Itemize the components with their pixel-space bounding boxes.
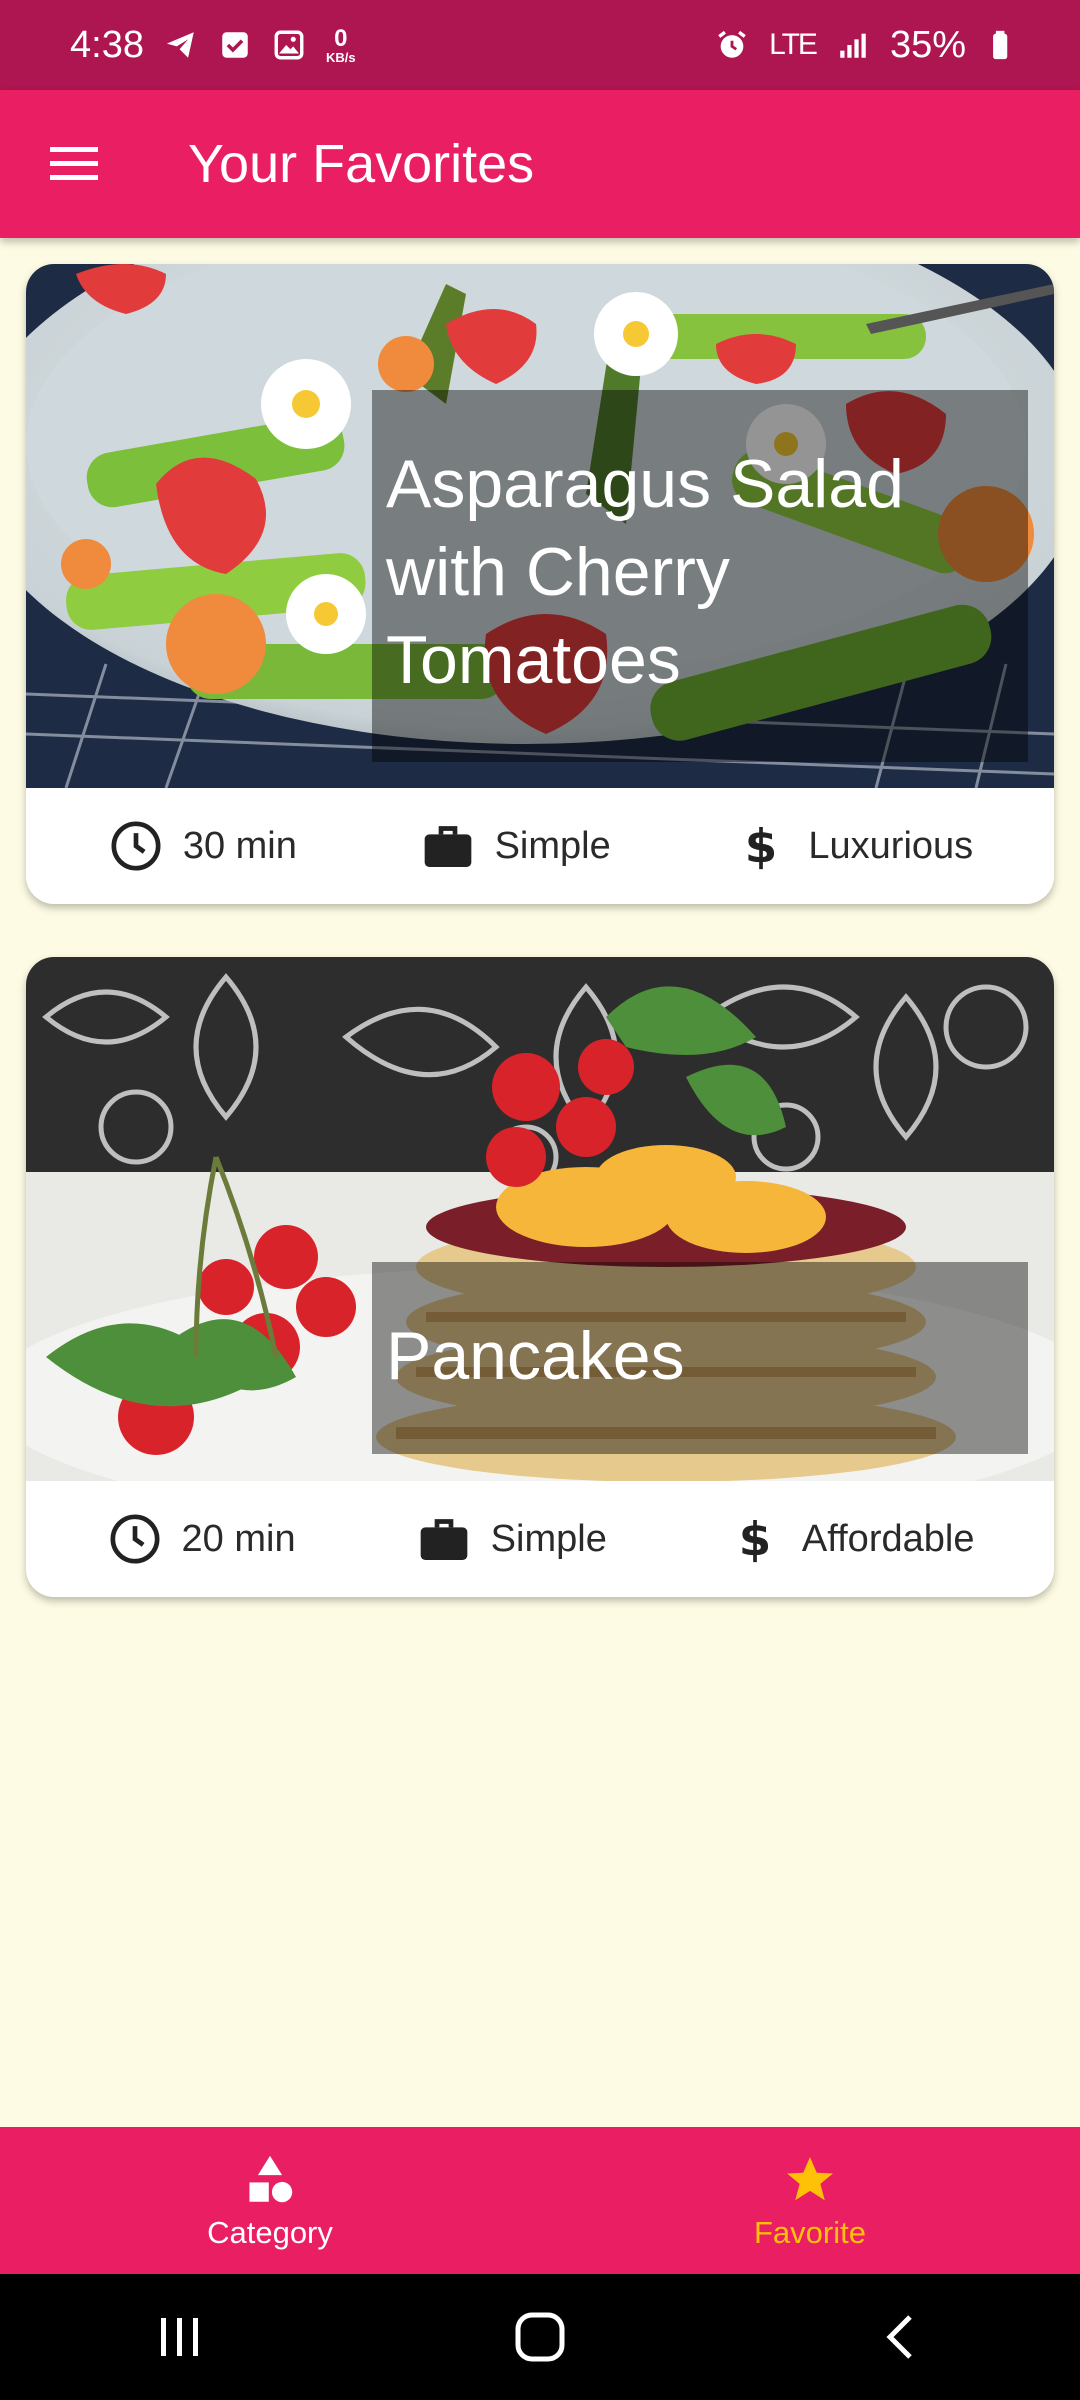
- network-speed-value: 0: [334, 24, 348, 52]
- affordability-info: $ Affordable: [726, 1510, 975, 1568]
- category-icon: [249, 2155, 293, 2202]
- svg-text:$: $: [739, 1513, 771, 1567]
- alarm-icon: [715, 28, 749, 62]
- bottom-navigation: Category Favorite: [0, 2127, 1080, 2274]
- network-type: LTE: [769, 28, 818, 61]
- affordability-text: Luxurious: [808, 824, 974, 867]
- star-icon: [787, 2156, 833, 2200]
- meal-info-row: 30 min Simple $ Luxurious: [26, 788, 1054, 904]
- briefcase-icon: [415, 1510, 473, 1568]
- duration-info: 30 min: [107, 817, 297, 875]
- status-time: 4:38: [70, 23, 144, 66]
- complexity-info: Simple: [415, 1510, 607, 1568]
- status-right: LTE 35%: [715, 24, 1020, 67]
- nav-label-favorite: Favorite: [754, 2214, 866, 2250]
- dollar-icon: $: [732, 817, 790, 875]
- network-speed: 0 KB/s: [325, 24, 356, 65]
- clock-icon: [107, 817, 165, 875]
- menu-icon[interactable]: [42, 132, 106, 196]
- nav-item-category[interactable]: Category: [0, 2127, 540, 2274]
- meal-title: Pancakes: [372, 1262, 1028, 1454]
- meal-info-row: 20 min Simple $ Affordable: [26, 1481, 1054, 1597]
- meal-card[interactable]: Pancakes 20 min Simple $ Affordable: [26, 957, 1054, 1597]
- nav-item-favorite[interactable]: Favorite: [540, 2127, 1080, 2274]
- complexity-info: Simple: [419, 817, 611, 875]
- status-left: 4:38 0 KB/s: [70, 24, 356, 67]
- signal-icon: [836, 28, 870, 62]
- svg-text:$: $: [745, 820, 777, 874]
- status-bar: 4:38 0 KB/s LTE 35%: [0, 0, 1080, 90]
- battery-percent: 35%: [889, 23, 966, 66]
- meal-card[interactable]: Asparagus Salad with Cherry Tomatoes 30 …: [26, 264, 1054, 904]
- meal-image: Pancakes: [26, 957, 1054, 1481]
- affordability-info: $ Luxurious: [732, 817, 973, 875]
- duration-text: 20 min: [181, 1517, 296, 1560]
- network-speed-unit: KB/s: [325, 49, 356, 65]
- meal-image: Asparagus Salad with Cherry Tomatoes: [26, 264, 1054, 788]
- complexity-text: Simple: [490, 1517, 607, 1560]
- dollar-icon: $: [726, 1510, 784, 1568]
- clock-icon: [106, 1510, 164, 1568]
- back-button[interactable]: [860, 2297, 940, 2377]
- meal-title: Asparagus Salad with Cherry Tomatoes: [372, 390, 1028, 762]
- duration-info: 20 min: [106, 1510, 296, 1568]
- checkbox-icon: [218, 28, 252, 62]
- nav-label-category: Category: [207, 2214, 333, 2250]
- duration-text: 30 min: [182, 824, 297, 867]
- recents-button[interactable]: [140, 2297, 220, 2377]
- page-title: Your Favorites: [188, 134, 535, 194]
- battery-icon: [986, 28, 1020, 62]
- briefcase-icon: [419, 817, 477, 875]
- affordability-text: Affordable: [801, 1517, 975, 1560]
- complexity-text: Simple: [494, 824, 611, 867]
- gallery-icon: [272, 28, 306, 62]
- system-navigation: [0, 2274, 1080, 2400]
- home-button[interactable]: [500, 2297, 580, 2377]
- telegram-icon: [164, 28, 198, 62]
- app-bar: Your Favorites: [0, 90, 1080, 238]
